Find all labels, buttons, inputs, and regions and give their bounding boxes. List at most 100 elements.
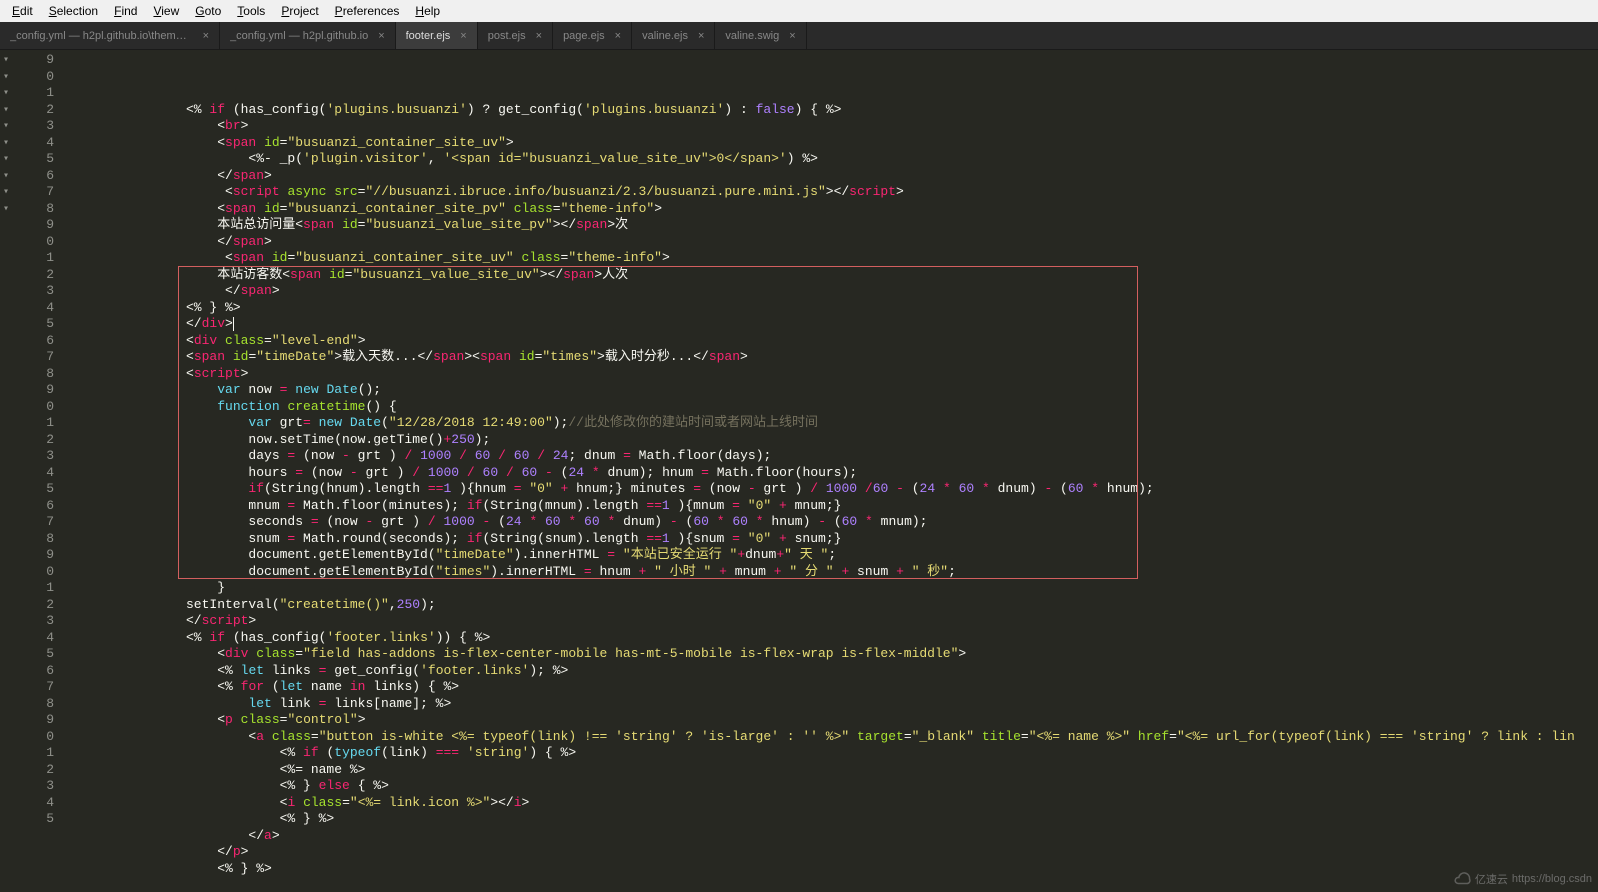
line-number[interactable]: 1 bbox=[14, 580, 54, 597]
code-line[interactable]: <span id="busuanzi_container_site_uv"> bbox=[66, 135, 1598, 152]
line-number[interactable]: 4 bbox=[14, 795, 54, 812]
close-icon[interactable]: × bbox=[203, 30, 209, 42]
close-icon[interactable]: × bbox=[460, 30, 466, 42]
fold-marker-icon[interactable]: ▾ bbox=[0, 135, 12, 152]
fold-marker-icon[interactable]: ▾ bbox=[0, 85, 12, 102]
line-number[interactable]: 8 bbox=[14, 366, 54, 383]
code-line[interactable]: let link = links[name]; %> bbox=[66, 696, 1598, 713]
code-line[interactable]: <span id="busuanzi_container_site_pv" cl… bbox=[66, 201, 1598, 218]
code-line[interactable]: <% if (has_config('plugins.busuanzi') ? … bbox=[66, 102, 1598, 119]
line-number[interactable]: 6 bbox=[14, 663, 54, 680]
menu-tools[interactable]: Tools bbox=[229, 2, 273, 20]
line-number[interactable]: 0 bbox=[14, 399, 54, 416]
fold-column[interactable]: ▾▾▾▾▾▾▾▾▾▾ bbox=[0, 50, 12, 892]
code-line[interactable]: <i class="<%= link.icon %>"></i> bbox=[66, 795, 1598, 812]
line-number[interactable]: 9 bbox=[14, 217, 54, 234]
code-line[interactable]: <%= name %> bbox=[66, 762, 1598, 779]
line-number[interactable]: 6 bbox=[14, 333, 54, 350]
code-line[interactable]: <%- _p('plugin.visitor', '<span id="busu… bbox=[66, 151, 1598, 168]
line-number[interactable]: 9 bbox=[14, 712, 54, 729]
fold-marker-icon[interactable]: ▾ bbox=[0, 151, 12, 168]
code-line[interactable]: </p> bbox=[66, 844, 1598, 861]
menu-preferences[interactable]: Preferences bbox=[327, 2, 408, 20]
close-icon[interactable]: × bbox=[698, 30, 704, 42]
code-line[interactable]: <span id="timeDate">载入天数...</span><span … bbox=[66, 349, 1598, 366]
line-number[interactable]: 0 bbox=[14, 729, 54, 746]
fold-marker-icon[interactable]: ▾ bbox=[0, 184, 12, 201]
code-line[interactable]: <div class="level-end"> bbox=[66, 333, 1598, 350]
line-number[interactable]: 1 bbox=[14, 745, 54, 762]
line-number[interactable]: 8 bbox=[14, 696, 54, 713]
close-icon[interactable]: × bbox=[789, 30, 795, 42]
close-icon[interactable]: × bbox=[378, 30, 384, 42]
code-line[interactable]: <% let links = get_config('footer.links'… bbox=[66, 663, 1598, 680]
line-number[interactable]: 4 bbox=[14, 300, 54, 317]
menu-project[interactable]: Project bbox=[273, 2, 326, 20]
menu-goto[interactable]: Goto bbox=[187, 2, 229, 20]
line-number[interactable]: 3 bbox=[14, 613, 54, 630]
line-number[interactable]: 1 bbox=[14, 415, 54, 432]
line-number[interactable]: 7 bbox=[14, 679, 54, 696]
line-number[interactable]: 2 bbox=[14, 762, 54, 779]
code-line[interactable]: setInterval("createtime()",250); bbox=[66, 597, 1598, 614]
line-number[interactable]: 7 bbox=[14, 349, 54, 366]
code-line[interactable]: </span> bbox=[66, 283, 1598, 300]
line-number[interactable]: 2 bbox=[14, 597, 54, 614]
code-line[interactable]: <% } %> bbox=[66, 811, 1598, 828]
code-line[interactable]: } bbox=[66, 580, 1598, 597]
code-line[interactable]: hours = (now - grt ) / 1000 / 60 / 60 - … bbox=[66, 465, 1598, 482]
code-line[interactable]: <span id="busuanzi_container_site_uv" cl… bbox=[66, 250, 1598, 267]
code-line[interactable]: <% for (let name in links) { %> bbox=[66, 679, 1598, 696]
code-line[interactable]: 本站总访问量<span id="busuanzi_value_site_pv">… bbox=[66, 217, 1598, 234]
menu-find[interactable]: Find bbox=[106, 2, 145, 20]
code-line[interactable]: mnum = Math.floor(minutes); if(String(mn… bbox=[66, 498, 1598, 515]
tab-4[interactable]: page.ejs× bbox=[553, 22, 632, 49]
line-number[interactable]: 8 bbox=[14, 201, 54, 218]
line-number-gutter[interactable]: 9012345678901234567890123456789012345678… bbox=[12, 50, 60, 892]
code-line[interactable]: days = (now - grt ) / 1000 / 60 / 60 / 2… bbox=[66, 448, 1598, 465]
code-line[interactable]: <a class="button is-white <%= typeof(lin… bbox=[66, 729, 1598, 746]
code-line[interactable]: </span> bbox=[66, 168, 1598, 185]
code-line[interactable]: <br> bbox=[66, 118, 1598, 135]
line-number[interactable]: 1 bbox=[14, 85, 54, 102]
code-line[interactable]: document.getElementById("times").innerHT… bbox=[66, 564, 1598, 581]
line-number[interactable]: 6 bbox=[14, 498, 54, 515]
fold-marker-icon[interactable]: ▾ bbox=[0, 52, 12, 69]
editor-area[interactable]: ▾▾▾▾▾▾▾▾▾▾ 90123456789012345678901234567… bbox=[0, 50, 1598, 892]
line-number[interactable]: 5 bbox=[14, 811, 54, 828]
line-number[interactable]: 4 bbox=[14, 465, 54, 482]
code-line[interactable]: <script async src="//busuanzi.ibruce.inf… bbox=[66, 184, 1598, 201]
line-number[interactable]: 3 bbox=[14, 778, 54, 795]
line-number[interactable]: 7 bbox=[14, 184, 54, 201]
menu-view[interactable]: View bbox=[145, 2, 187, 20]
tab-1[interactable]: _config.yml — h2pl.github.io× bbox=[220, 22, 396, 49]
code-line[interactable]: </script> bbox=[66, 613, 1598, 630]
code-line[interactable]: <p class="control"> bbox=[66, 712, 1598, 729]
line-number[interactable]: 4 bbox=[14, 135, 54, 152]
line-number[interactable]: 5 bbox=[14, 646, 54, 663]
code-line[interactable]: <% } else { %> bbox=[66, 778, 1598, 795]
code-content[interactable]: <% if (has_config('plugins.busuanzi') ? … bbox=[60, 50, 1598, 892]
line-number[interactable]: 6 bbox=[14, 168, 54, 185]
line-number[interactable]: 5 bbox=[14, 316, 54, 333]
code-line[interactable]: snum = Math.round(seconds); if(String(sn… bbox=[66, 531, 1598, 548]
code-line[interactable]: 本站访客数<span id="busuanzi_value_site_uv"><… bbox=[66, 267, 1598, 284]
line-number[interactable]: 2 bbox=[14, 102, 54, 119]
close-icon[interactable]: × bbox=[536, 30, 542, 42]
fold-marker-icon[interactable]: ▾ bbox=[0, 69, 12, 86]
code-line[interactable]: var now = new Date(); bbox=[66, 382, 1598, 399]
line-number[interactable]: 3 bbox=[14, 448, 54, 465]
code-line[interactable]: if(String(hnum).length ==1 ){hnum = "0" … bbox=[66, 481, 1598, 498]
fold-marker-icon[interactable]: ▾ bbox=[0, 168, 12, 185]
menu-edit[interactable]: Edit bbox=[4, 2, 41, 20]
fold-marker-icon[interactable]: ▾ bbox=[0, 201, 12, 218]
menu-help[interactable]: Help bbox=[407, 2, 448, 20]
tab-2[interactable]: footer.ejs× bbox=[396, 22, 478, 49]
code-line[interactable]: </div> bbox=[66, 316, 1598, 333]
line-number[interactable]: 0 bbox=[14, 564, 54, 581]
line-number[interactable]: 5 bbox=[14, 151, 54, 168]
tab-5[interactable]: valine.ejs× bbox=[632, 22, 715, 49]
tab-6[interactable]: valine.swig× bbox=[715, 22, 806, 49]
code-line[interactable]: var grt= new Date("12/28/2018 12:49:00")… bbox=[66, 415, 1598, 432]
code-line[interactable]: <% if (typeof(link) === 'string') { %> bbox=[66, 745, 1598, 762]
